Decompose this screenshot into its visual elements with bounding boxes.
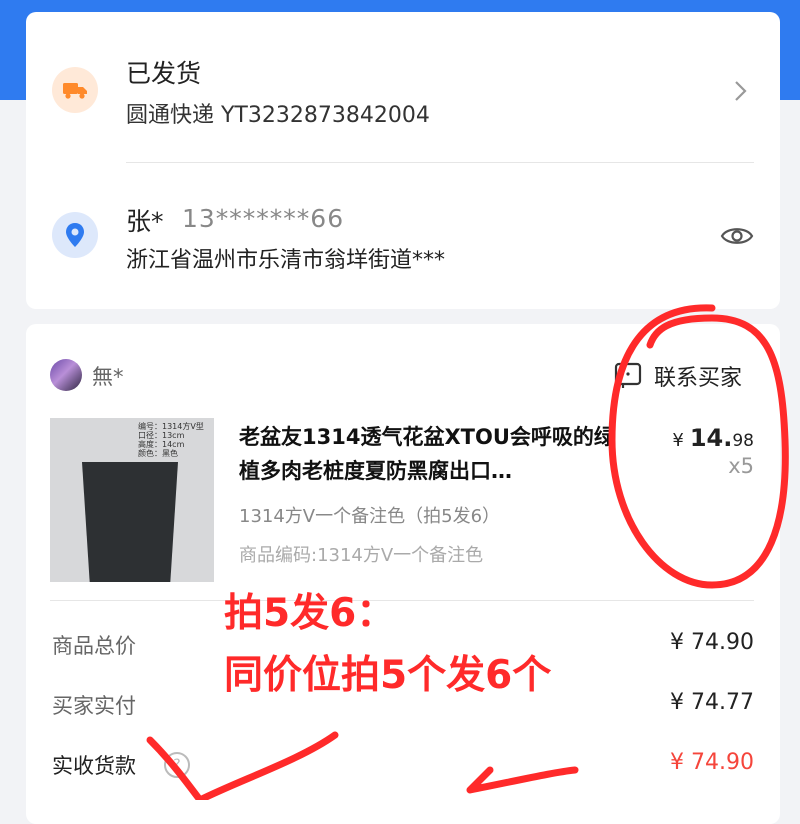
annotation-line-1: 拍5发6：	[224, 591, 396, 636]
circle-mark	[608, 304, 789, 589]
check-mark	[146, 731, 339, 800]
arrow-mark	[466, 766, 579, 794]
annotation-line-2: 同价位拍5个发6个	[224, 653, 552, 698]
